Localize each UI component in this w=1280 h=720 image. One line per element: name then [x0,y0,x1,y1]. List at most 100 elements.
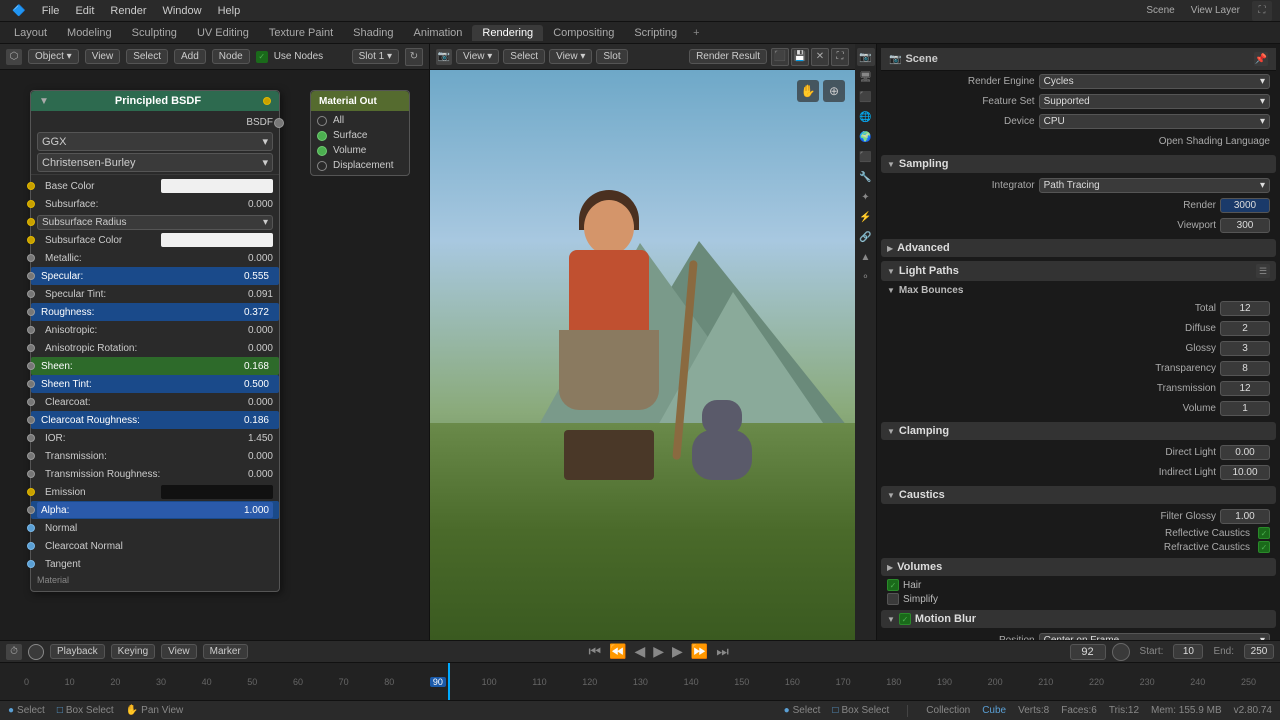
view-timeline-menu[interactable]: View [161,644,197,659]
tab-texture-paint[interactable]: Texture Paint [259,25,343,41]
delete-render-icon[interactable]: ✕ [811,48,829,66]
editor-type-icon[interactable]: ⬡ [6,49,22,65]
clearcoat-roughness-bar[interactable]: Clearcoat Roughness: 0.186 [37,412,273,428]
render-props-icon[interactable]: 📷 [857,48,875,66]
transparency-bounces-value[interactable]: 8 [1220,361,1270,376]
timeline-type-icon[interactable]: ⏱ [6,644,22,660]
transmission-bounces-value[interactable]: 12 [1220,381,1270,396]
caustics-header[interactable]: ▼ Caustics [881,486,1276,504]
slot-menu[interactable]: Slot [596,49,627,64]
tab-shading[interactable]: Shading [343,25,403,41]
viewport-type-icon[interactable]: 📷 [436,49,452,65]
marker-menu[interactable]: Marker [203,644,248,659]
scene-selector[interactable]: Scene [1138,5,1182,16]
light-paths-list-icon[interactable]: ☰ [1256,264,1270,278]
diffuse-bounces-value[interactable]: 2 [1220,321,1270,336]
volume-bounces-value[interactable]: 1 [1220,401,1270,416]
subsurface-method-dropdown[interactable]: Christensen-Burley ▾ [37,153,273,172]
clamping-header[interactable]: ▼ Clamping [881,422,1276,440]
motion-blur-checkbox[interactable]: ✓ [899,613,911,625]
sheen-bar[interactable]: Sheen: 0.168 [37,358,273,374]
specular-bar[interactable]: Specular: 0.555 [37,268,273,284]
refractive-caustics-checkbox[interactable]: ✓ [1258,541,1270,553]
menu-file[interactable]: File [34,3,68,19]
glossy-bounces-value[interactable]: 3 [1220,341,1270,356]
volumes-header[interactable]: ▶ Volumes [881,558,1276,576]
reflective-caustics-checkbox[interactable]: ✓ [1258,527,1270,539]
tab-layout[interactable]: Layout [4,25,57,41]
prev-keyframe-button[interactable]: ⏪ [606,643,629,660]
fullscreen-render-icon[interactable]: ⛶ [831,48,849,66]
view-menu-3d[interactable]: View ▾ [456,49,499,64]
sampling-header[interactable]: ▼ Sampling [881,155,1276,173]
next-keyframe-button[interactable]: ⏩ [688,643,711,660]
total-bounces-value[interactable]: 12 [1220,301,1270,316]
select-menu[interactable]: Select [126,49,168,64]
direct-light-value[interactable]: 0.00 [1220,445,1270,460]
viewport-area[interactable]: 📷 View ▾ Select View ▾ Slot Render Resul… [430,44,855,640]
base-color-swatch[interactable] [161,179,273,193]
scene-props-icon[interactable]: 🌐 [857,108,875,126]
sheen-tint-bar[interactable]: Sheen Tint: 0.500 [37,376,273,392]
fullscreen-button[interactable]: ⛶ [1252,1,1272,21]
bsdf-node-title-bar[interactable]: ▼ Principled BSDF [31,91,279,111]
physics-props-icon[interactable]: ⚡ [857,208,875,226]
props-pin-icon[interactable]: 📌 [1254,52,1268,66]
object-button[interactable]: Object ▾ [28,49,79,64]
hair-checkbox[interactable]: ✓ [887,579,899,591]
constraints-props-icon[interactable]: 🔗 [857,228,875,246]
max-bounces-header[interactable]: ▼ Max Bounces [881,283,1276,298]
tab-uv-editing[interactable]: UV Editing [187,25,259,41]
simplify-checkbox[interactable] [887,593,899,605]
filter-glossy-value[interactable]: 1.00 [1220,509,1270,524]
timeline-track[interactable]: 0 10 20 30 40 50 60 70 80 90 100 110 120… [0,663,1280,700]
menu-help[interactable]: Help [210,3,249,19]
indirect-light-value[interactable]: 10.00 [1220,465,1270,480]
prev-frame-button[interactable]: ◀ [631,643,648,660]
device-dropdown[interactable]: CPU ▾ [1039,114,1270,129]
position-dropdown[interactable]: Center on Frame ▾ [1039,633,1270,641]
tab-rendering[interactable]: Rendering [472,25,543,41]
render-engine-dropdown[interactable]: Cycles ▾ [1039,74,1270,89]
crosshair-icon[interactable]: ⊕ [823,80,845,102]
modifier-props-icon[interactable]: 🔧 [857,168,875,186]
subsurface-radius-dropdown[interactable]: Subsurface Radius ▾ [37,215,273,230]
tab-animation[interactable]: Animation [404,25,473,41]
particles-props-icon[interactable]: ✦ [857,188,875,206]
viewport-samples-value[interactable]: 300 [1220,218,1270,233]
world-props-icon[interactable]: 🌍 [857,128,875,146]
data-props-icon[interactable]: ▲ [857,248,875,266]
view-layer-selector[interactable]: View Layer [1183,5,1248,16]
next-frame-button[interactable]: ▶ [669,643,686,660]
render-samples-value[interactable]: 3000 [1220,198,1270,213]
save-render-icon[interactable]: 💾 [791,48,809,66]
add-menu[interactable]: Add [174,49,206,64]
render-result-label[interactable]: Render Result [689,49,767,64]
keying-menu[interactable]: Keying [111,644,156,659]
play-button[interactable]: ▶ [650,643,667,660]
start-frame-field[interactable]: 10 [1173,644,1203,659]
node-menu[interactable]: Node [212,49,250,64]
menu-render[interactable]: Render [102,3,154,19]
menu-edit[interactable]: Edit [67,3,102,19]
distribution-dropdown[interactable]: GGX ▾ [37,132,273,151]
tab-sculpting[interactable]: Sculpting [122,25,187,41]
tab-scripting[interactable]: Scripting [624,25,687,41]
feature-set-dropdown[interactable]: Supported ▾ [1039,94,1270,109]
motion-blur-header[interactable]: ▼ ✓ Motion Blur [881,610,1276,628]
play-current-frame-indicator[interactable] [28,644,44,660]
jump-end-button[interactable]: ⏭ [713,643,732,660]
tab-compositing[interactable]: Compositing [543,25,624,41]
subsurface-color-swatch[interactable] [161,233,273,247]
output-props-icon[interactable]: 🖥 [857,68,875,86]
emission-swatch[interactable] [161,485,273,499]
alpha-bar[interactable]: Alpha: 1.000 [37,502,273,518]
menu-window[interactable]: Window [154,3,209,19]
add-workspace-button[interactable]: + [687,25,705,41]
integrator-dropdown[interactable]: Path Tracing ▾ [1039,178,1270,193]
playback-menu[interactable]: Playback [50,644,105,659]
matout-title-bar[interactable]: Material Out [311,91,409,111]
end-frame-field[interactable]: 250 [1244,644,1274,659]
roughness-bar[interactable]: Roughness: 0.372 [37,304,273,320]
tab-modeling[interactable]: Modeling [57,25,122,41]
